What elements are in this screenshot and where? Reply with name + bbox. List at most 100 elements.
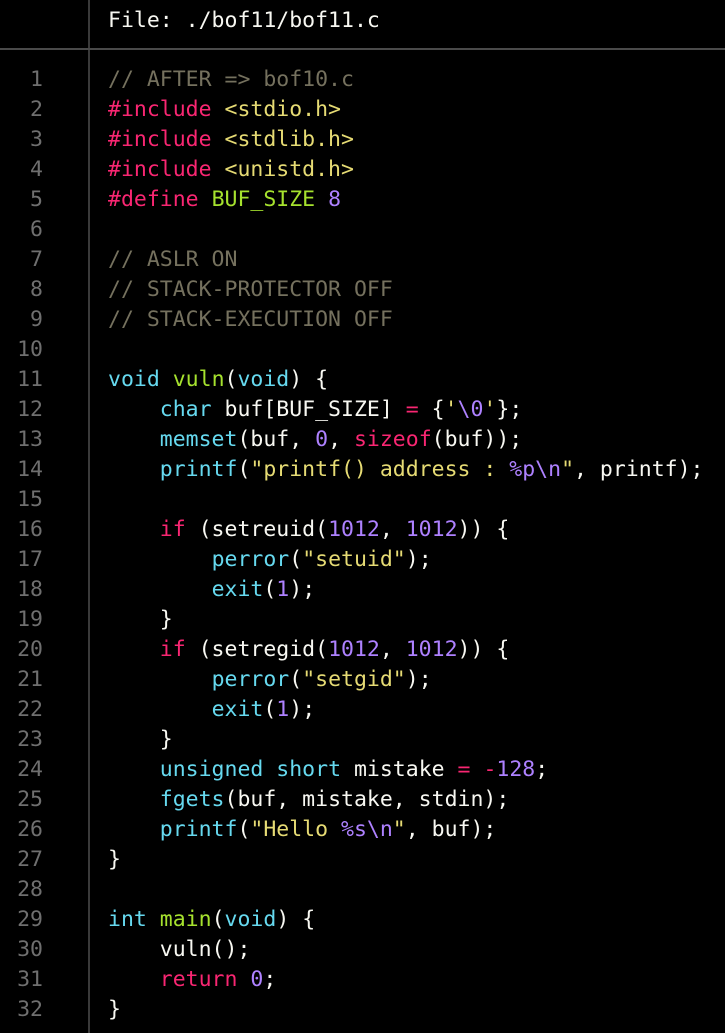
code-token: ,: [328, 427, 354, 452]
line-number: 12: [17, 397, 43, 422]
code-token: (: [237, 817, 251, 842]
line-number: 27: [17, 847, 43, 872]
code-line: 7 // ASLR ON: [0, 245, 725, 275]
line-text: unsigned short mistake = -128;: [108, 755, 548, 785]
code-viewer: File: ./bof11/bof11.c 1 // AFTER => bof10…: [0, 0, 725, 1033]
code-token: (buf, mistake, stdin);: [224, 787, 510, 812]
line-text: }: [108, 725, 173, 755]
line-text: vuln();: [108, 935, 251, 965]
line-number: 15: [17, 487, 43, 512]
code-line: 5 #define BUF_SIZE 8: [0, 185, 725, 215]
line-number: 17: [17, 547, 43, 572]
line-text: void vuln(void) {: [108, 365, 328, 395]
line-number: 11: [17, 367, 43, 392]
code-token: (buf,: [237, 427, 316, 452]
code-token: =: [405, 397, 419, 422]
line-number: 24: [17, 757, 43, 782]
line-text: // AFTER => bof10.c: [108, 65, 354, 95]
code-token: #include: [108, 127, 225, 152]
code-token: BUF_SIZE: [211, 187, 316, 212]
code-token: int: [108, 907, 147, 932]
code-token: <stdio.h>: [224, 97, 342, 122]
line-number: 25: [17, 787, 43, 812]
line-text: }: [108, 995, 121, 1025]
line-text: printf("printf() address : %p\n", printf…: [108, 455, 704, 485]
code-token: ": [392, 817, 406, 842]
header-divider: [0, 48, 725, 50]
code-line: 18 exit(1);: [0, 575, 725, 605]
line-number: 32: [17, 997, 43, 1022]
code-token: perror: [211, 667, 290, 692]
line-text: exit(1);: [108, 575, 316, 605]
file-path-label: File: ./bof11/bof11.c: [108, 8, 380, 33]
line-number: 5: [30, 187, 43, 212]
code-line: 17 perror("setuid");: [0, 545, 725, 575]
code-token: perror: [211, 547, 290, 572]
code-token: sizeof: [353, 427, 432, 452]
code-token: (: [263, 697, 277, 722]
line-number: 4: [30, 157, 43, 182]
code-token: );: [289, 577, 316, 602]
line-text: #include <unistd.h>: [108, 155, 354, 185]
code-token: fgets: [159, 787, 225, 812]
code-line: 25 fgets(buf, mistake, stdin);: [0, 785, 725, 815]
file-header: File: ./bof11/bof11.c: [0, 0, 725, 45]
code-token: printf: [159, 457, 238, 482]
code-line: 20 if (setregid(1012, 1012)) {: [0, 635, 725, 665]
line-text: #define BUF_SIZE 8: [108, 185, 341, 215]
code-token: short: [276, 757, 342, 782]
line-number: 28: [17, 877, 43, 902]
code-token: buf[BUF_SIZE]: [211, 397, 406, 422]
code-line: 21 perror("setgid");: [0, 665, 725, 695]
line-text: if (setreuid(1012, 1012)) {: [108, 515, 510, 545]
code-token: ": [561, 457, 575, 482]
line-text: char buf[BUF_SIZE] = {'\0'};: [108, 395, 522, 425]
code-token: unsigned: [159, 757, 264, 782]
line-text: printf("Hello %s\n", buf);: [108, 815, 497, 845]
line-number: 21: [17, 667, 43, 692]
code-token: 8: [328, 187, 342, 212]
code-line: 6: [0, 215, 725, 245]
code-line: 11 void vuln(void) {: [0, 365, 725, 395]
line-text: perror("setuid");: [108, 545, 432, 575]
code-token: mistake: [341, 757, 458, 782]
code-token: if: [159, 637, 186, 662]
line-number: 18: [17, 577, 43, 602]
code-token: // AFTER => bof10.c: [108, 67, 354, 92]
line-number: 14: [17, 457, 43, 482]
code-token: ;: [263, 967, 277, 992]
code-token: char: [159, 397, 212, 422]
code-line: 3 #include <stdlib.h>: [0, 125, 725, 155]
code-token: (: [211, 907, 225, 932]
line-text: return 0;: [108, 965, 277, 995]
code-token: };: [496, 397, 523, 422]
line-number: 1: [30, 67, 43, 92]
code-token: // STACK-EXECUTION OFF: [108, 307, 393, 332]
line-text: // STACK-EXECUTION OFF: [108, 305, 393, 335]
code-token: }: [108, 727, 173, 752]
code-token: memset: [159, 427, 238, 452]
code-token: ': [483, 397, 497, 422]
line-text: }: [108, 605, 173, 635]
line-number: 6: [30, 217, 43, 242]
line-text: int main(void) {: [108, 905, 315, 935]
line-text: if (setregid(1012, 1012)) {: [108, 635, 510, 665]
line-number: 31: [17, 967, 43, 992]
code-line: 15: [0, 485, 725, 515]
code-token: }: [108, 997, 121, 1022]
line-number: 13: [17, 427, 43, 452]
code-area[interactable]: 1// AFTER => bof10.c 2 #include <stdio.h> 3…: [0, 65, 725, 1025]
code-token: {: [418, 397, 445, 422]
code-token: exit: [211, 697, 264, 722]
code-token: )) {: [457, 517, 510, 542]
line-number: 16: [17, 517, 43, 542]
code-token: "setuid": [302, 547, 406, 572]
code-token: ) {: [289, 367, 329, 392]
